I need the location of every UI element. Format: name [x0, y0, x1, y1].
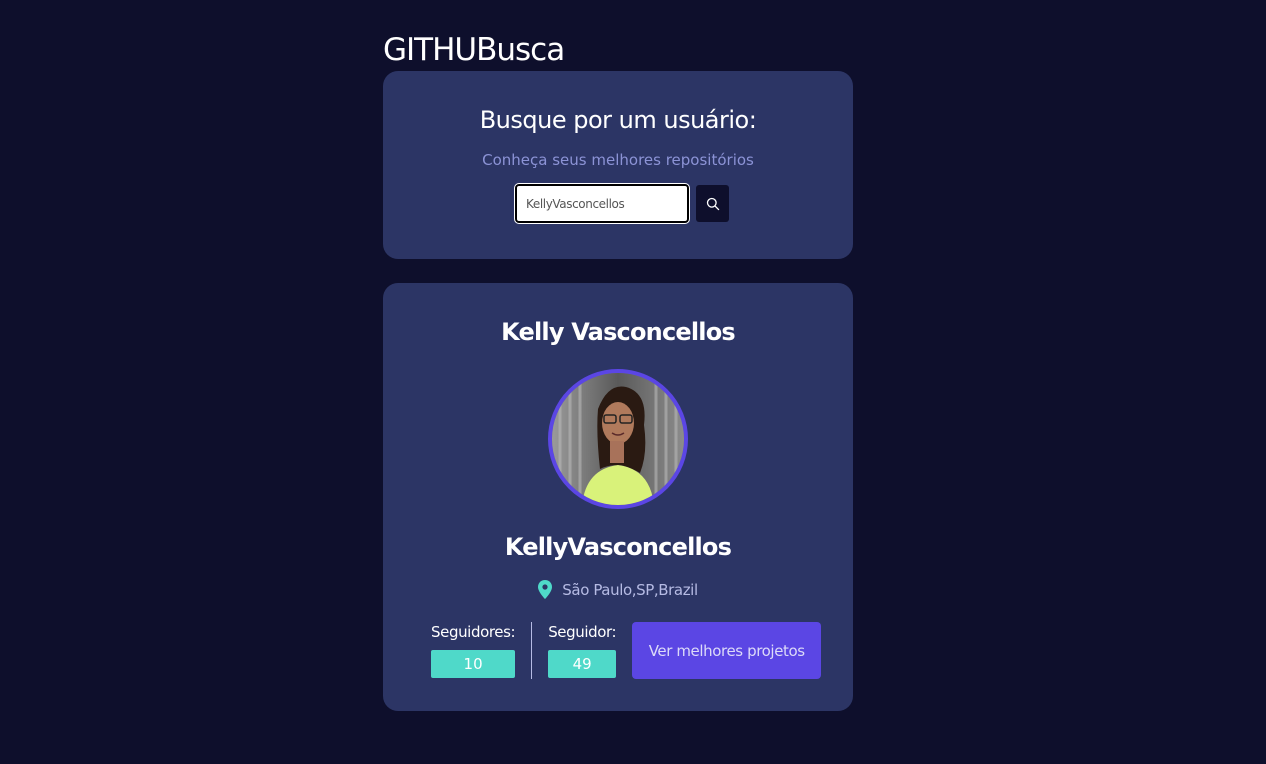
avatar [548, 369, 688, 509]
search-button[interactable] [696, 185, 729, 222]
location-row: São Paulo,SP,Brazil [383, 580, 853, 599]
location-text: São Paulo,SP,Brazil [562, 580, 698, 599]
map-pin-icon [538, 580, 553, 599]
app-container: GITHUBusca Busque por um usuário: Conheç… [383, 28, 853, 711]
view-projects-button[interactable]: Ver melhores projetos [632, 622, 822, 679]
profile-card: Kelly Vasconcellos KellyVasconcellos São… [383, 283, 853, 711]
profile-name: Kelly Vasconcellos [501, 318, 736, 346]
search-title: Busque por um usuário: [479, 106, 757, 134]
search-card: Busque por um usuário: Conheça seus melh… [383, 71, 853, 259]
following-count: 49 [548, 650, 617, 678]
following-stat: Seguidor: 49 [548, 622, 617, 678]
app-title: GITHUBusca [383, 32, 565, 68]
followers-stat: Seguidores: 10 [431, 622, 516, 678]
followers-count: 10 [431, 650, 516, 678]
search-subtitle: Conheça seus melhores repositórios [482, 151, 754, 169]
search-row [383, 183, 853, 224]
search-icon [706, 197, 719, 210]
followers-label: Seguidores: [431, 623, 516, 641]
stats-divider [531, 622, 533, 679]
profile-login: KellyVasconcellos [504, 533, 732, 561]
avatar-photo [552, 373, 684, 505]
search-input[interactable] [514, 183, 690, 224]
stats-row: Seguidores: 10 Seguidor: 49 Ver melhores… [431, 622, 822, 679]
following-label: Seguidor: [548, 623, 617, 641]
